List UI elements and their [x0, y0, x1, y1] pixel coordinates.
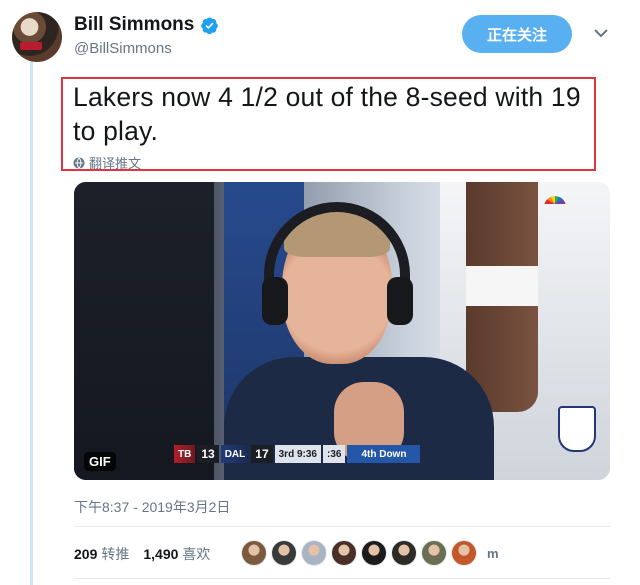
likers-avatars: m — [241, 540, 499, 566]
translate-label: 翻译推文 — [89, 156, 142, 171]
liker-avatar[interactable] — [301, 540, 327, 566]
following-button[interactable]: 正在关注 — [462, 15, 572, 53]
down-indicator: 4th Down — [347, 445, 421, 463]
likes-label[interactable]: 喜欢 — [182, 544, 210, 564]
verified-badge-icon — [201, 17, 219, 34]
nbc-logo — [544, 196, 566, 212]
team2-score: 17 — [251, 445, 273, 463]
avatar[interactable] — [12, 12, 62, 62]
liker-avatar[interactable] — [331, 540, 357, 566]
team2-label: DAL — [220, 445, 250, 463]
chevron-down-icon[interactable] — [594, 28, 608, 38]
more-likers[interactable]: m — [487, 546, 499, 561]
nfl-logo — [558, 406, 596, 452]
retweets-label[interactable]: 转推 — [101, 544, 129, 564]
gif-badge: GIF — [84, 452, 116, 471]
name-row: Bill Simmons — [74, 14, 219, 36]
liker-avatar[interactable] — [391, 540, 417, 566]
liker-avatar[interactable] — [451, 540, 477, 566]
tweet-timestamp[interactable]: 下午8:37 - 2019年3月2日 — [74, 497, 230, 517]
display-name[interactable]: Bill Simmons — [74, 14, 194, 36]
retweets-count[interactable]: 209 — [74, 546, 97, 562]
highlight-box — [61, 77, 596, 171]
scoreboard: TB 13 DAL 17 3rd 9:36 :36 4th Down — [174, 445, 421, 463]
liker-avatar[interactable] — [361, 540, 387, 566]
user-handle[interactable]: @BillSimmons — [74, 40, 172, 57]
thread-line — [30, 60, 33, 585]
game-clock: 3rd 9:36 — [274, 445, 321, 463]
globe-icon — [73, 157, 85, 169]
team1-label: TB — [174, 445, 196, 463]
liker-avatar[interactable] — [241, 540, 267, 566]
liker-avatar[interactable] — [271, 540, 297, 566]
likes-count[interactable]: 1,490 — [143, 546, 178, 562]
translate-tweet-link[interactable]: 翻译推文 — [73, 153, 141, 172]
liker-avatar[interactable] — [421, 540, 447, 566]
divider — [74, 578, 610, 579]
divider — [74, 526, 610, 527]
team1-score: 13 — [197, 445, 219, 463]
play-clock: :36 — [322, 445, 346, 463]
tweet-stats: 209 转推 1,490 喜欢 — [74, 544, 220, 564]
gif-media[interactable]: TB 13 DAL 17 3rd 9:36 :36 4th Down GIF — [74, 182, 610, 480]
